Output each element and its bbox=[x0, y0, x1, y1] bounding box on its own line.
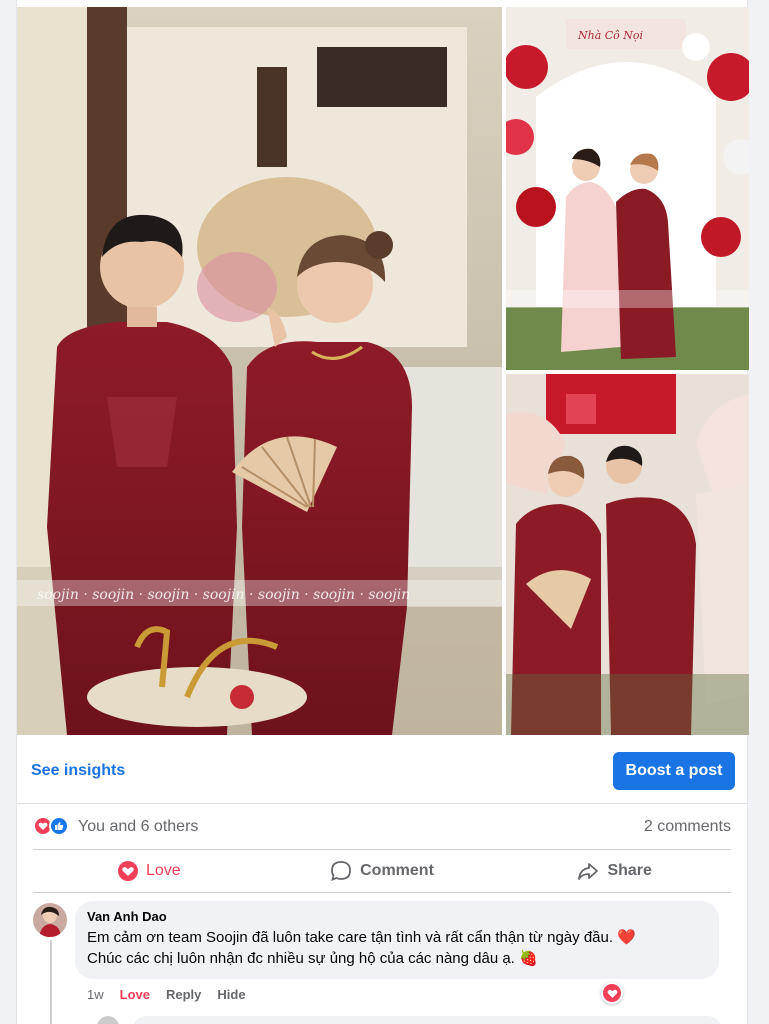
post-photo-main[interactable]: soojin · soojin · soojin · soojin · sooj… bbox=[17, 7, 502, 735]
reaction-icons[interactable] bbox=[33, 816, 69, 836]
comment-text: Em cảm ơn team Soojin đã luôn take care … bbox=[87, 927, 707, 969]
strawberry-emoji-icon: 🍓 bbox=[519, 950, 538, 967]
reply-preview[interactable] bbox=[132, 1016, 722, 1024]
post-actions: Love Comment Share bbox=[33, 849, 731, 893]
comment-button-label: Comment bbox=[360, 862, 434, 879]
post-card: soojin · soojin · soojin · soojin · sooj… bbox=[16, 0, 749, 1024]
comment-icon bbox=[331, 861, 352, 881]
reactions-summary: You and 6 others 2 comments bbox=[17, 805, 747, 849]
comment-hide-link[interactable]: Hide bbox=[217, 987, 245, 1002]
watermark-text: soojin · soojin · soojin · soojin · sooj… bbox=[37, 587, 410, 603]
comment-time[interactable]: 1w bbox=[87, 987, 104, 1002]
insights-bar: See insights Boost a post bbox=[17, 735, 747, 804]
see-insights-link[interactable]: See insights bbox=[31, 762, 125, 780]
couple-photo-illustration: soojin · soojin · soojin · soojin · sooj… bbox=[17, 7, 502, 735]
love-reaction-icon bbox=[117, 861, 138, 881]
boost-post-button[interactable]: Boost a post bbox=[613, 752, 735, 790]
comment-love-link[interactable]: Love bbox=[120, 987, 150, 1002]
comment-love-reaction-icon[interactable] bbox=[601, 982, 623, 1004]
love-button[interactable]: Love bbox=[33, 850, 266, 892]
heart-emoji-icon: ❤️ bbox=[617, 929, 636, 946]
avatar[interactable] bbox=[33, 903, 67, 937]
arch-sign-text: Nhà Cô Nọi bbox=[577, 29, 643, 42]
comment-line-1: Em cảm ơn team Soojin đã luôn take care … bbox=[87, 929, 614, 946]
post-photo-bottom-right[interactable] bbox=[506, 374, 749, 735]
share-icon bbox=[578, 863, 599, 880]
comment-bubble: Van Anh Dao Em cảm ơn team Soojin đã luô… bbox=[75, 901, 719, 979]
avatar-image bbox=[33, 903, 67, 937]
reply-avatar bbox=[97, 1016, 119, 1024]
comment-line-2: Chúc các chị luôn nhận đc nhiều sự ủng h… bbox=[87, 950, 515, 967]
comment-button[interactable]: Comment bbox=[266, 850, 499, 892]
share-button-label: Share bbox=[607, 862, 652, 879]
comments-count[interactable]: 2 comments bbox=[644, 818, 731, 836]
comment-author[interactable]: Van Anh Dao bbox=[87, 909, 707, 924]
love-button-label: Love bbox=[145, 862, 181, 879]
comment-reply-link[interactable]: Reply bbox=[166, 987, 201, 1002]
thread-line bbox=[50, 940, 52, 1024]
like-icon bbox=[49, 816, 69, 836]
comment-meta: 1w Love Reply Hide bbox=[87, 987, 246, 1002]
reactors-summary-text[interactable]: You and 6 others bbox=[78, 818, 198, 836]
post-photo-top-right[interactable]: Nhà Cô Nọi bbox=[506, 7, 749, 370]
photo-couple-kiss-illustration bbox=[506, 374, 749, 735]
share-button[interactable]: Share bbox=[498, 850, 731, 892]
photo-girls-arch-illustration: Nhà Cô Nọi bbox=[506, 7, 749, 370]
